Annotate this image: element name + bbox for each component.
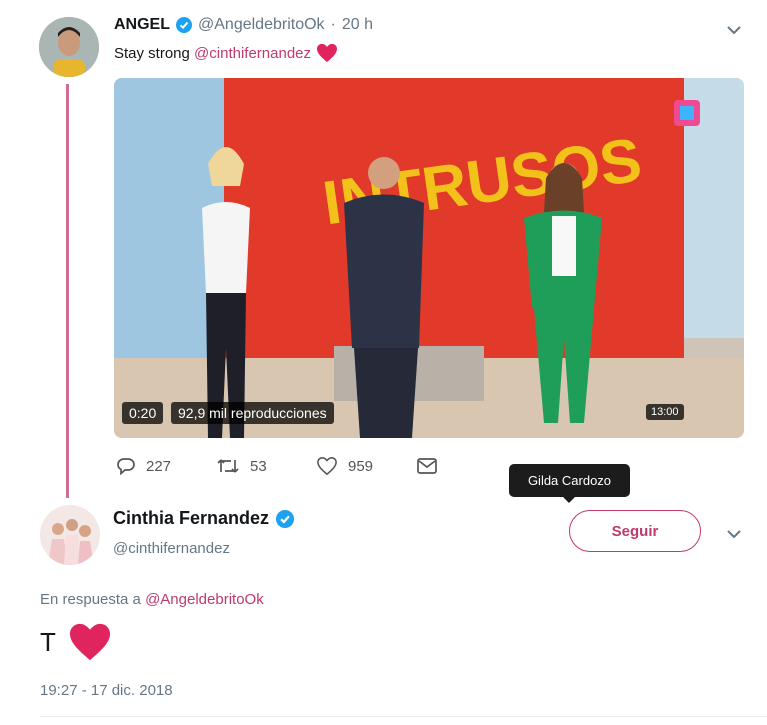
retweet-icon [217,459,239,473]
tweet1-text: Stay strong @cinthifernandez [114,43,338,63]
reply-count: 227 [146,457,172,475]
verified-badge-icon [276,509,295,528]
verified-badge-icon [176,17,192,33]
direct-message-button[interactable] [416,456,438,476]
reply-context-prefix: En respuesta a [40,591,146,608]
thread-connector-line [66,84,69,498]
tweet2-timestamp[interactable]: 19:27 - 17 dic. 2018 [40,682,173,699]
tweet1-author-name[interactable]: ANGEL [114,16,170,34]
like-button[interactable]: 959 [316,456,416,476]
tweet2-text: T [40,622,112,662]
video-clock-badge: 13:00 [646,404,684,420]
heart-icon [317,43,338,63]
like-icon [317,457,337,476]
tweet1-handle[interactable]: @AngeldebritoOk [198,16,325,34]
tweet1-actions: 227 53 959 [116,456,438,476]
cinthia-avatar-image [40,505,100,565]
video-duration-badge: 0:20 [122,402,164,424]
tweet2-author-row: Cinthia Fernandez [113,508,295,529]
follow-button[interactable]: Seguir [569,510,701,552]
reply-context-mention[interactable]: @AngeldebritoOk [145,591,264,608]
retweet-count: 53 [250,457,267,475]
tweet2-handle[interactable]: @cinthifernandez [113,540,230,557]
like-count: 959 [348,457,374,475]
tweet1-mention-link[interactable]: @cinthifernandez [194,45,311,62]
tweet1-text-prefix: Stay strong [114,44,195,62]
angel-avatar-image [39,17,99,77]
message-icon [417,458,437,474]
tweet1-header: ANGEL @AngeldebritoOk · 20 h [114,16,373,34]
video-player[interactable]: INTRUSOS 0:20 92,9 mil reproducciones 13… [114,78,744,438]
reply-button[interactable]: 227 [116,456,216,476]
reply-icon [117,458,135,476]
tweet1-time[interactable]: 20 h [342,16,373,34]
divider [40,716,767,717]
cinthia-avatar[interactable] [40,505,100,565]
user-tooltip: Gilda Cardozo [509,464,630,503]
video-views-badge: 92,9 mil reproducciones [171,402,334,424]
video-thumbnail: INTRUSOS [114,78,744,438]
heart-icon [69,623,110,661]
tweet2-text-body: T [40,626,56,657]
chevron-down-icon[interactable] [725,21,743,39]
reply-context: En respuesta a @AngeldebritoOk [40,591,264,608]
tweet2-author-name[interactable]: Cinthia Fernandez [113,508,269,529]
angel-avatar[interactable] [39,17,99,77]
retweet-button[interactable]: 53 [216,456,316,476]
tweet1-separator: · [330,16,336,33]
chevron-down-icon[interactable] [725,525,743,543]
